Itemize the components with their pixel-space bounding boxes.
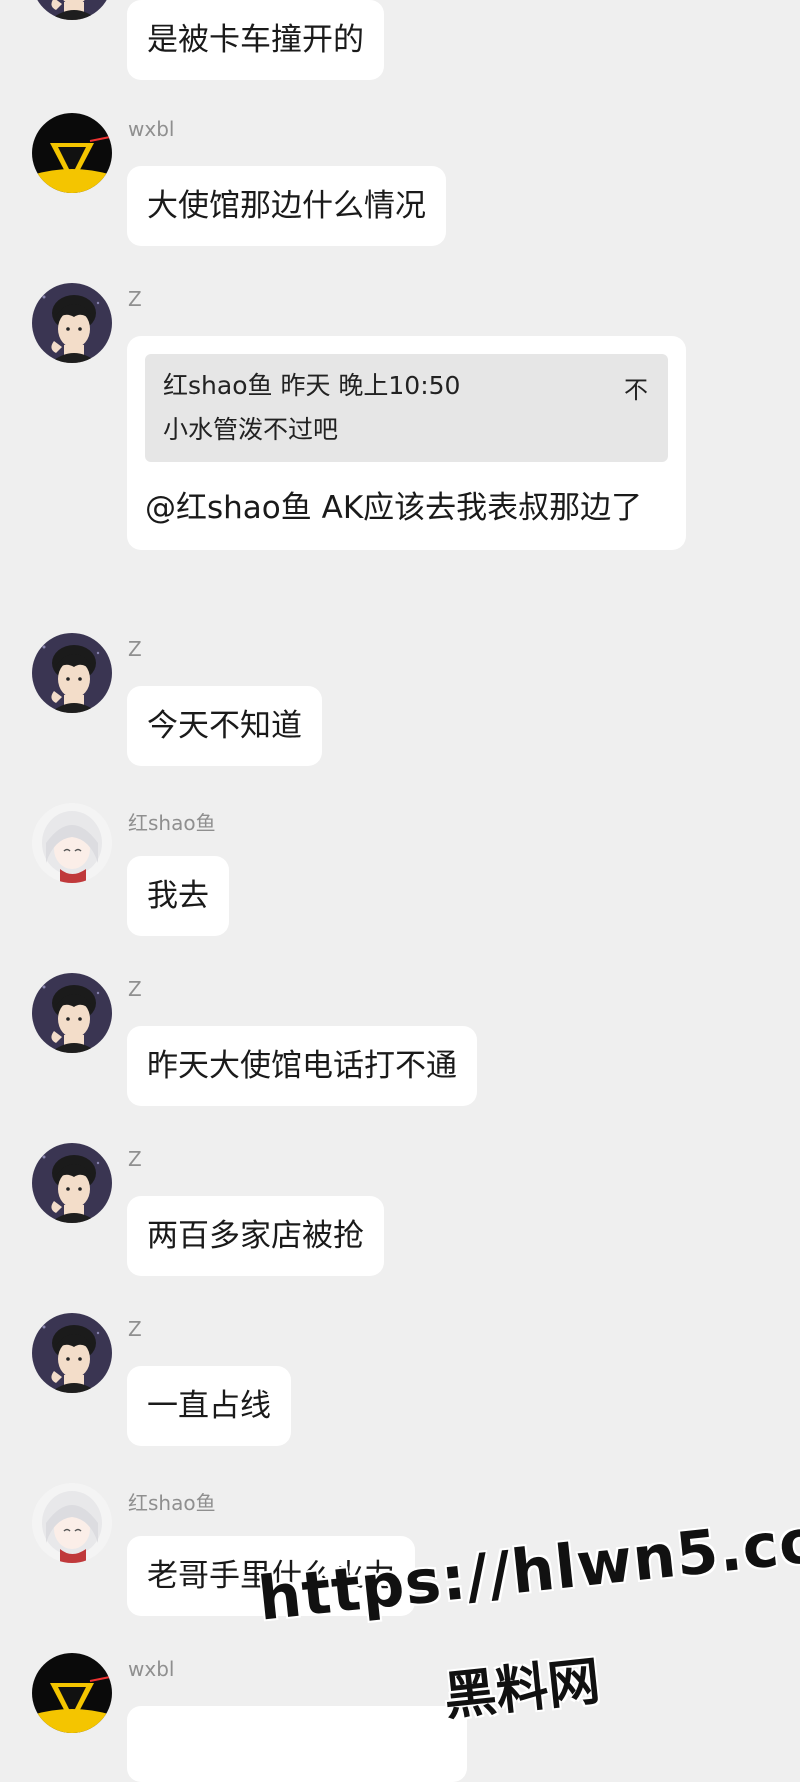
avatar-hongshaoyu-icon <box>32 1483 112 1563</box>
quote-header: 红shao鱼 昨天 晚上10:50 <box>163 368 650 404</box>
avatar-wxbl-icon <box>32 113 112 193</box>
avatar-hongshaoyu-icon <box>32 803 112 883</box>
message-text: 两百多家店被抢 <box>147 1218 364 1254</box>
avatar-z-icon <box>32 973 112 1053</box>
sender-name: 红shao鱼 <box>128 1491 216 1515</box>
sender-name: Z <box>128 1317 142 1341</box>
avatar-wxbl-icon <box>32 1653 112 1733</box>
message-bubble[interactable]: 一直占线 <box>127 1366 291 1446</box>
message-text: 我去 <box>147 878 209 914</box>
avatar[interactable] <box>32 0 112 20</box>
message-bubble[interactable]: 大使馆那边什么情况 <box>127 166 446 246</box>
message-text: 是被卡车撞开的 <box>147 22 364 58</box>
message-text: 今天不知道 <box>147 708 302 744</box>
sender-name: wxbl <box>128 117 175 141</box>
watermark-url: https://hlwn5.com <box>255 1499 800 1635</box>
message-text: 昨天大使馆电话打不通 <box>147 1048 457 1084</box>
message-text: @红shao鱼 AK应该去我表叔那边了 <box>145 490 643 526</box>
sender-name: wxbl <box>128 1657 175 1681</box>
message-bubble[interactable]: 是被卡车撞开的 <box>127 0 384 80</box>
watermark-label: 黑料网 <box>441 1651 603 1728</box>
message-bubble[interactable] <box>127 1706 467 1782</box>
avatar-z-icon <box>32 1313 112 1393</box>
avatar[interactable] <box>32 1653 112 1733</box>
quote-time: 昨天 晚上10:50 <box>280 371 461 400</box>
message-text: 一直占线 <box>147 1388 271 1424</box>
sender-name: Z <box>128 977 142 1001</box>
quote-close-icon[interactable]: 不 <box>624 368 648 412</box>
avatar[interactable] <box>32 803 112 883</box>
message-bubble[interactable]: 昨天大使馆电话打不通 <box>127 1026 477 1106</box>
sender-name: 红shao鱼 <box>128 811 216 835</box>
avatar[interactable] <box>32 1143 112 1223</box>
avatar-z-icon <box>32 283 112 363</box>
sender-name: Z <box>128 287 142 311</box>
avatar-z-icon <box>32 0 112 20</box>
avatar[interactable] <box>32 283 112 363</box>
message-text: 大使馆那边什么情况 <box>147 188 426 224</box>
message-bubble[interactable]: 今天不知道 <box>127 686 322 766</box>
avatar[interactable] <box>32 1483 112 1563</box>
quote-author: 红shao鱼 <box>163 371 273 400</box>
avatar[interactable] <box>32 1313 112 1393</box>
quoted-message[interactable]: 红shao鱼 昨天 晚上10:50 小水管泼不过吧 不 <box>145 354 668 462</box>
message-bubble[interactable]: 红shao鱼 昨天 晚上10:50 小水管泼不过吧 不 @红shao鱼 AK应该… <box>127 336 686 550</box>
quote-text: 小水管泼不过吧 <box>163 415 339 444</box>
avatar[interactable] <box>32 973 112 1053</box>
avatar-z-icon <box>32 633 112 713</box>
avatar-z-icon <box>32 1143 112 1223</box>
avatar[interactable] <box>32 633 112 713</box>
sender-name: Z <box>128 1147 142 1171</box>
avatar[interactable] <box>32 113 112 193</box>
sender-name: Z <box>128 637 142 661</box>
message-bubble[interactable]: 我去 <box>127 856 229 936</box>
message-bubble[interactable]: 两百多家店被抢 <box>127 1196 384 1276</box>
